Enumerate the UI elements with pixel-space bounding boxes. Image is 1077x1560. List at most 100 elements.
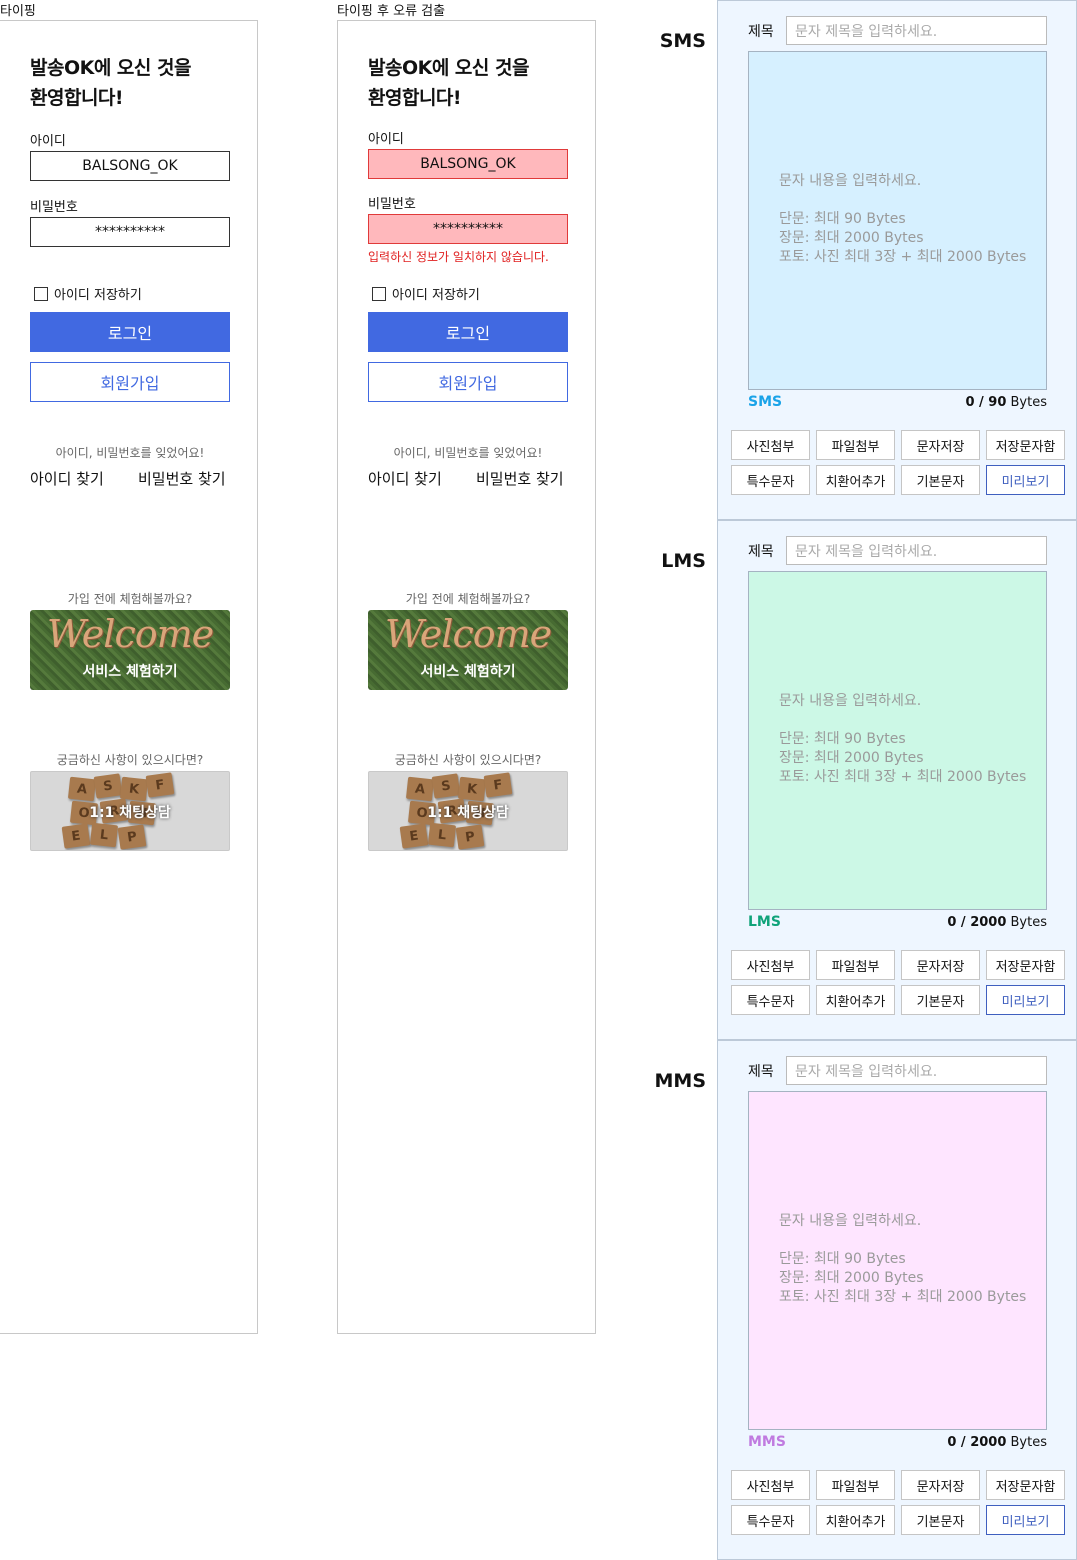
byte-counter: 0 / 2000 Bytes — [947, 915, 1047, 930]
checkbox-icon[interactable] — [34, 286, 48, 301]
password-label: 비밀번호 — [30, 200, 78, 215]
save-message-button[interactable]: 문자저장 — [901, 950, 980, 980]
placeholder-long-limit: 장문: 최대 2000 Bytes — [779, 1270, 924, 1286]
signup-button[interactable]: 회원가입 — [368, 362, 568, 402]
service-trial-label: 서비스 체험하기 — [420, 664, 516, 680]
chat-consult-banner[interactable]: A S K F O R H E L P 1:1 채팅상담 — [368, 771, 568, 851]
save-message-button[interactable]: 문자저장 — [901, 1470, 980, 1500]
saved-messages-button[interactable]: 저장문자함 — [986, 1470, 1065, 1500]
attach-photo-button[interactable]: 사진첨부 — [731, 950, 810, 980]
preview-button[interactable]: 미리보기 — [986, 985, 1065, 1015]
attach-file-button[interactable]: 파일첨부 — [816, 950, 895, 980]
checkbox-icon[interactable] — [372, 286, 386, 301]
help-question: 궁금하신 사항이 있으시다면? — [394, 753, 542, 767]
special-chars-button[interactable]: 특수문자 — [731, 985, 810, 1015]
id-input[interactable]: BALSONG_OK — [368, 149, 568, 179]
find-password-link[interactable]: 비밀번호 찾기 — [476, 468, 564, 489]
help-question: 궁금하신 사항이 있으시다면? — [56, 753, 204, 767]
id-input[interactable]: BALSONG_OK — [30, 151, 230, 181]
byte-unit: Bytes — [1010, 915, 1047, 930]
default-message-button[interactable]: 기본문자 — [901, 985, 980, 1015]
letter-tile: E — [399, 823, 429, 849]
byte-unit: Bytes — [1010, 1435, 1047, 1450]
welcome-line-2: 환영합니다! — [368, 87, 462, 109]
remember-id-checkbox[interactable]: 아이디 저장하기 — [34, 284, 142, 303]
placeholder-main: 문자 내용을 입력하세요. — [779, 1213, 922, 1229]
error-message: 입력하신 정보가 일치하지 않습니다. — [368, 250, 549, 264]
password-input[interactable]: ********** — [30, 217, 230, 247]
preview-button[interactable]: 미리보기 — [986, 1505, 1065, 1535]
letter-tile: L — [427, 822, 457, 848]
welcome-script-text: Welcome — [384, 612, 552, 656]
password-label: 비밀번호 — [368, 197, 416, 212]
subject-label: 제목 — [748, 544, 774, 560]
letter-tile: S — [431, 773, 461, 799]
id-label: 아이디 — [30, 134, 66, 149]
login-button[interactable]: 로그인 — [30, 312, 230, 352]
remember-id-checkbox[interactable]: 아이디 저장하기 — [372, 284, 480, 303]
composer-toolbar: 사진첨부 파일첨부 문자저장 저장문자함특수문자 치환어추가 기본문자 미리보기 — [731, 1470, 1065, 1535]
chat-consult-label: 1:1 채팅상담 — [427, 805, 509, 821]
add-variable-button[interactable]: 치환어추가 — [816, 1505, 895, 1535]
password-input[interactable]: ********** — [368, 214, 568, 244]
message-composer-panel: 제목 문자 제목을 입력하세요. 문자 내용을 입력하세요. 단문: 최대 90 B… — [717, 520, 1077, 1040]
find-password-link[interactable]: 비밀번호 찾기 — [138, 468, 226, 489]
attach-file-button[interactable]: 파일첨부 — [816, 430, 895, 460]
saved-messages-button[interactable]: 저장문자함 — [986, 950, 1065, 980]
letter-tile: E — [61, 823, 91, 849]
login-screen: 발송OK에 오신 것을 환영합니다! 아이디 BALSONG_OK 비밀번호 ******… — [337, 20, 596, 1334]
composer-toolbar: 사진첨부 파일첨부 문자저장 저장문자함특수문자 치환어추가 기본문자 미리보기 — [731, 950, 1065, 1015]
message-type-tag: MMS — [748, 1434, 786, 1450]
message-body-textarea[interactable]: 문자 내용을 입력하세요. 단문: 최대 90 Bytes 장문: 최대 2000… — [748, 1091, 1047, 1430]
subject-input[interactable]: 문자 제목을 입력하세요. — [786, 1056, 1047, 1085]
subject-input[interactable]: 문자 제목을 입력하세요. — [786, 536, 1047, 565]
welcome-heading: 발송OK에 오신 것을환영합니다! — [368, 53, 529, 113]
login-button[interactable]: 로그인 — [368, 312, 568, 352]
welcome-script-text: Welcome — [46, 612, 214, 656]
login-screen: 발송OK에 오신 것을 환영합니다! 아이디 BALSONG_OK 비밀번호 ******… — [0, 20, 258, 1334]
placeholder-photo-limit: 포토: 사진 최대 3장 + 최대 2000 Bytes — [779, 1289, 1027, 1305]
message-body-textarea[interactable]: 문자 내용을 입력하세요. 단문: 최대 90 Bytes 장문: 최대 2000… — [748, 51, 1047, 390]
message-type-tag: LMS — [748, 914, 781, 930]
special-chars-button[interactable]: 특수문자 — [731, 1505, 810, 1535]
subject-input[interactable]: 문자 제목을 입력하세요. — [786, 16, 1047, 45]
message-type-label: MMS — [654, 1070, 707, 1092]
find-id-link[interactable]: 아이디 찾기 — [30, 468, 104, 489]
welcome-line-1: 발송OK에 오신 것을 — [30, 57, 191, 79]
composer-toolbar: 사진첨부 파일첨부 문자저장 저장문자함특수문자 치환어추가 기본문자 미리보기 — [731, 430, 1065, 495]
service-trial-banner[interactable]: Welcome 서비스 체험하기 — [30, 610, 230, 690]
chat-consult-label: 1:1 채팅상담 — [89, 805, 171, 821]
letter-tile: P — [455, 824, 485, 850]
message-composer-panel: 제목 문자 제목을 입력하세요. 문자 내용을 입력하세요. 단문: 최대 90 B… — [717, 1040, 1077, 1560]
attach-photo-button[interactable]: 사진첨부 — [731, 430, 810, 460]
service-trial-banner[interactable]: Welcome 서비스 체험하기 — [368, 610, 568, 690]
find-id-link[interactable]: 아이디 찾기 — [368, 468, 442, 489]
default-message-button[interactable]: 기본문자 — [901, 465, 980, 495]
message-body-placeholder: 문자 내용을 입력하세요. 단문: 최대 90 Bytes 장문: 최대 2000… — [779, 692, 1026, 787]
save-message-button[interactable]: 문자저장 — [901, 430, 980, 460]
message-body-textarea[interactable]: 문자 내용을 입력하세요. 단문: 최대 90 Bytes 장문: 최대 2000… — [748, 571, 1047, 910]
service-trial-label: 서비스 체험하기 — [82, 664, 178, 680]
attach-photo-button[interactable]: 사진첨부 — [731, 1470, 810, 1500]
placeholder-photo-limit: 포토: 사진 최대 3장 + 최대 2000 Bytes — [779, 249, 1027, 265]
chat-consult-banner[interactable]: A S K F O R H E L P 1:1 채팅상담 — [30, 771, 230, 851]
forgot-text: 아이디, 비밀번호를 잊었어요! — [55, 446, 205, 460]
saved-messages-button[interactable]: 저장문자함 — [986, 430, 1065, 460]
default-message-button[interactable]: 기본문자 — [901, 1505, 980, 1535]
remember-id-label: 아이디 저장하기 — [54, 288, 142, 303]
letter-tile: S — [93, 773, 123, 799]
byte-unit: Bytes — [1010, 395, 1047, 410]
welcome-line-1: 발송OK에 오신 것을 — [368, 57, 529, 79]
signup-button[interactable]: 회원가입 — [30, 362, 230, 402]
placeholder-main: 문자 내용을 입력하세요. — [779, 693, 922, 709]
letter-tile: A — [405, 776, 435, 802]
add-variable-button[interactable]: 치환어추가 — [816, 985, 895, 1015]
add-variable-button[interactable]: 치환어추가 — [816, 465, 895, 495]
message-composer-panel: 제목 문자 제목을 입력하세요. 문자 내용을 입력하세요. 단문: 최대 90 B… — [717, 0, 1077, 520]
placeholder-photo-limit: 포토: 사진 최대 3장 + 최대 2000 Bytes — [779, 769, 1027, 785]
attach-file-button[interactable]: 파일첨부 — [816, 1470, 895, 1500]
placeholder-short-limit: 단문: 최대 90 Bytes — [779, 211, 906, 227]
message-type-label: LMS — [661, 550, 706, 572]
preview-button[interactable]: 미리보기 — [986, 465, 1065, 495]
special-chars-button[interactable]: 특수문자 — [731, 465, 810, 495]
